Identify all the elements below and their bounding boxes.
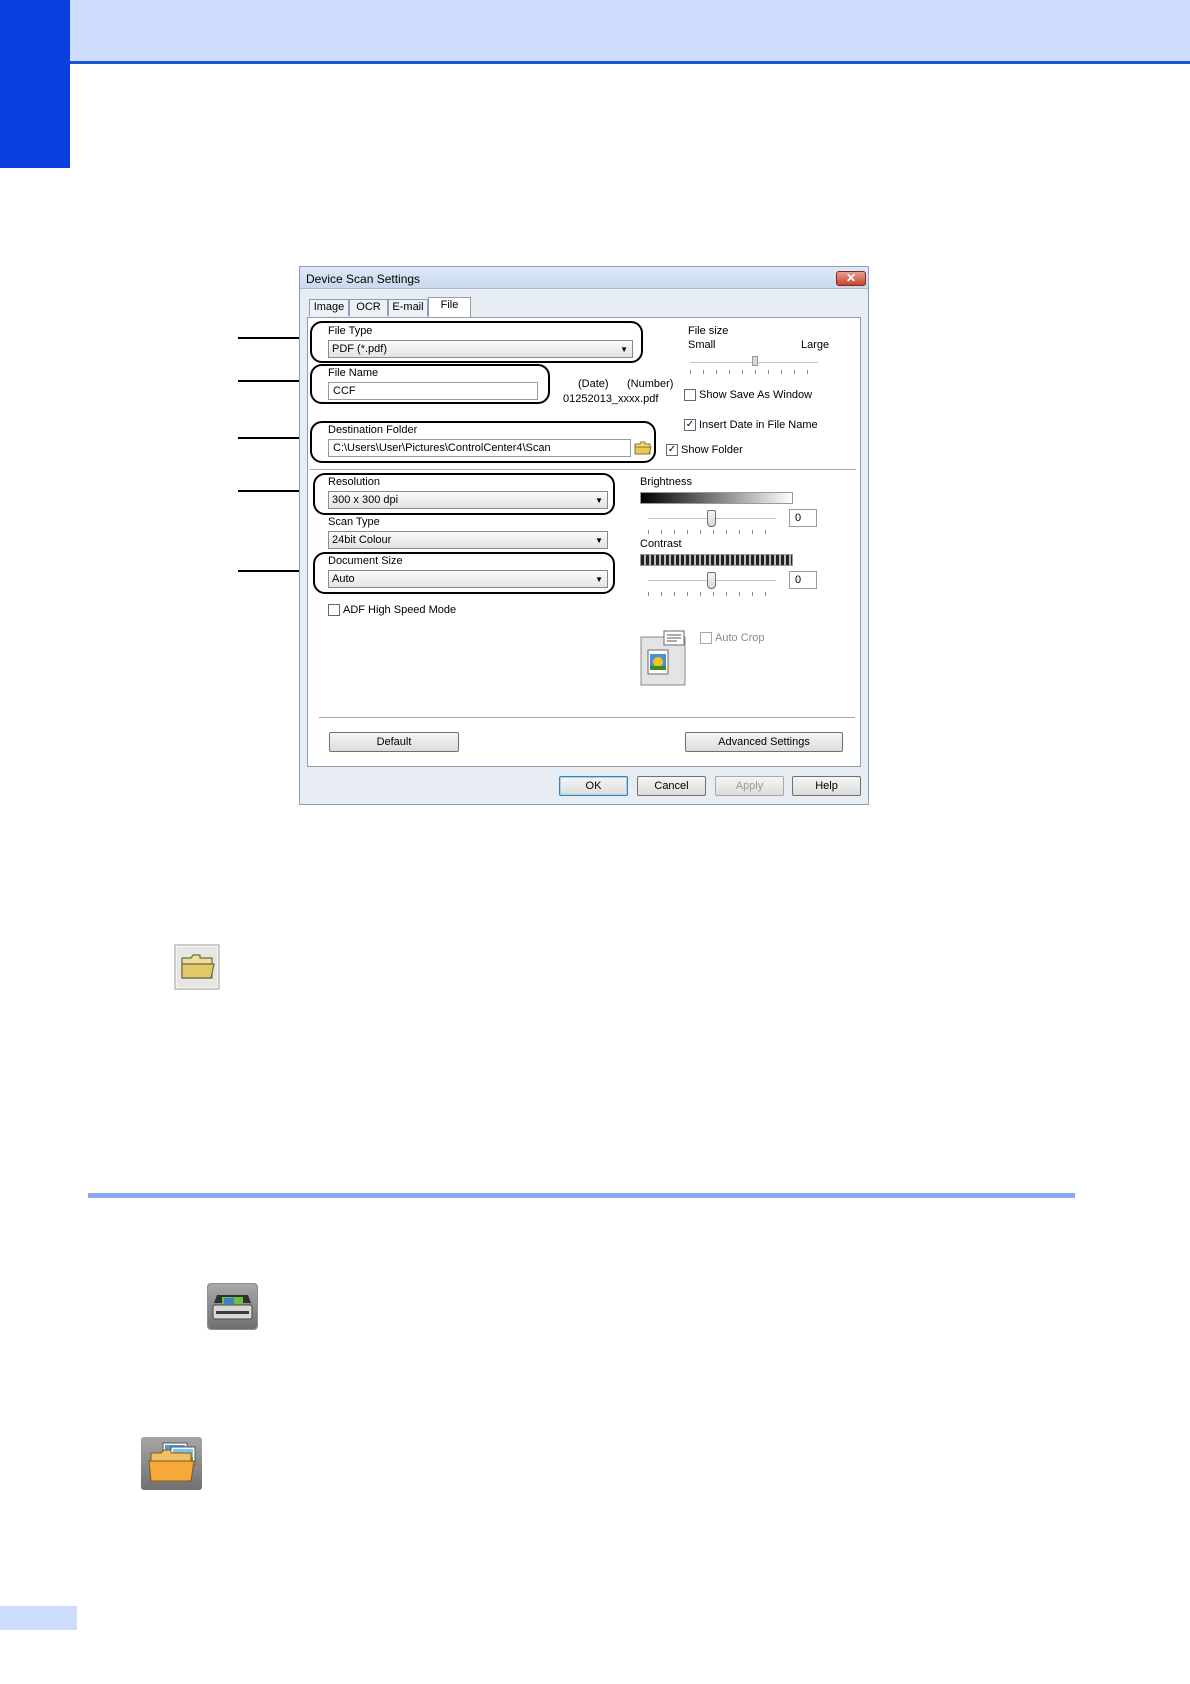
resolution-label: Resolution — [328, 476, 380, 488]
resolution-select[interactable]: 300 x 300 dpi ▼ — [328, 491, 608, 509]
section-separator — [310, 469, 856, 470]
device-scan-settings-dialog: Device Scan Settings ✕ Image OCR E-mail … — [299, 266, 869, 805]
file-type-value: PDF (*.pdf) — [332, 343, 388, 355]
chapter-tab — [0, 0, 70, 168]
chevron-down-icon: ▼ — [595, 575, 603, 584]
default-button[interactable]: Default — [329, 732, 459, 752]
document-size-value: Auto — [332, 573, 355, 585]
file-tab-panel: File Type PDF (*.pdf) ▼ File Name CCF (D… — [307, 317, 861, 767]
auto-crop-label: Auto Crop — [715, 632, 765, 644]
contrast-slider-ticks — [648, 592, 776, 596]
dialog-title: Device Scan Settings — [306, 272, 421, 286]
file-type-label: File Type — [328, 325, 373, 337]
insert-date-label: Insert Date in File Name — [699, 419, 818, 431]
section-rule — [88, 1193, 1075, 1198]
show-folder-label: Show Folder — [681, 444, 743, 456]
browse-folder-button[interactable] — [633, 439, 653, 457]
footer-page-tab — [0, 1606, 77, 1630]
destination-folder-input[interactable]: C:\Users\User\Pictures\ControlCenter4\Sc… — [328, 439, 631, 457]
date-label: (Date) — [578, 378, 609, 390]
folder-icon-graphic — [174, 944, 220, 990]
contrast-value-input[interactable]: 0 — [789, 571, 817, 589]
contrast-label: Contrast — [640, 538, 682, 550]
page-header-band — [0, 0, 1190, 62]
destination-folder-label: Destination Folder — [328, 424, 418, 436]
file-size-slider-thumb[interactable] — [752, 356, 758, 366]
close-icon[interactable]: ✕ — [836, 271, 866, 286]
auto-crop-preview — [640, 630, 686, 686]
help-button[interactable]: Help — [792, 776, 861, 796]
advanced-settings-button[interactable]: Advanced Settings — [685, 732, 843, 752]
brightness-slider-thumb[interactable] — [707, 510, 716, 527]
scan-type-label: Scan Type — [328, 516, 380, 528]
file-name-example: 01252013_xxxx.pdf — [563, 393, 659, 405]
brightness-slider-ticks — [648, 530, 776, 534]
dialog-title-bar[interactable]: Device Scan Settings ✕ — [300, 267, 868, 289]
chevron-down-icon: ▼ — [595, 536, 603, 545]
file-size-label: File size — [688, 325, 729, 337]
brightness-value-input[interactable]: 0 — [789, 509, 817, 527]
file-size-small-label: Small — [688, 339, 716, 351]
auto-crop-checkbox[interactable] — [700, 632, 712, 644]
tab-image[interactable]: Image — [309, 299, 349, 316]
show-save-as-label: Show Save As Window — [699, 389, 813, 401]
show-folder-checkbox[interactable]: ✓ — [666, 444, 678, 456]
scan-icon-graphic — [207, 1283, 258, 1330]
contrast-slider-thumb[interactable] — [707, 572, 716, 589]
chevron-down-icon: ▼ — [595, 496, 603, 505]
photo-folder-icon — [141, 1437, 202, 1490]
adf-high-speed-checkbox[interactable] — [328, 604, 340, 616]
file-name-label: File Name — [328, 367, 379, 379]
insert-date-checkbox[interactable]: ✓ — [684, 419, 696, 431]
file-name-input[interactable]: CCF — [328, 382, 538, 400]
tab-ocr[interactable]: OCR — [349, 299, 388, 316]
apply-button[interactable]: Apply — [715, 776, 784, 796]
brightness-gradient-bar — [640, 492, 793, 504]
resolution-value: 300 x 300 dpi — [332, 494, 399, 506]
contrast-pattern-bar — [640, 554, 793, 566]
photo-folder-icon-graphic — [141, 1437, 202, 1490]
scan-icon — [207, 1283, 258, 1330]
auto-crop-preview-icon — [640, 630, 686, 686]
folder-icon — [634, 441, 652, 455]
cancel-button[interactable]: Cancel — [637, 776, 706, 796]
scan-type-value: 24bit Colour — [332, 534, 392, 546]
number-label: (Number) — [627, 378, 674, 390]
document-size-select[interactable]: Auto ▼ — [328, 570, 608, 588]
document-size-label: Document Size — [328, 555, 403, 567]
tab-email[interactable]: E-mail — [388, 299, 428, 316]
file-size-large-label: Large — [801, 339, 830, 351]
page-header-rule — [0, 61, 1190, 64]
brightness-label: Brightness — [640, 476, 692, 488]
show-save-as-checkbox[interactable] — [684, 389, 696, 401]
panel-bottom-separator — [319, 717, 855, 718]
file-type-select[interactable]: PDF (*.pdf) ▼ — [328, 340, 633, 358]
tab-file[interactable]: File — [428, 297, 471, 318]
file-size-slider-ticks — [690, 370, 818, 374]
chevron-down-icon: ▼ — [620, 345, 628, 354]
folder-icon — [174, 944, 220, 990]
adf-high-speed-label: ADF High Speed Mode — [343, 604, 457, 616]
ok-button[interactable]: OK — [559, 776, 628, 796]
scan-type-select[interactable]: 24bit Colour ▼ — [328, 531, 608, 549]
